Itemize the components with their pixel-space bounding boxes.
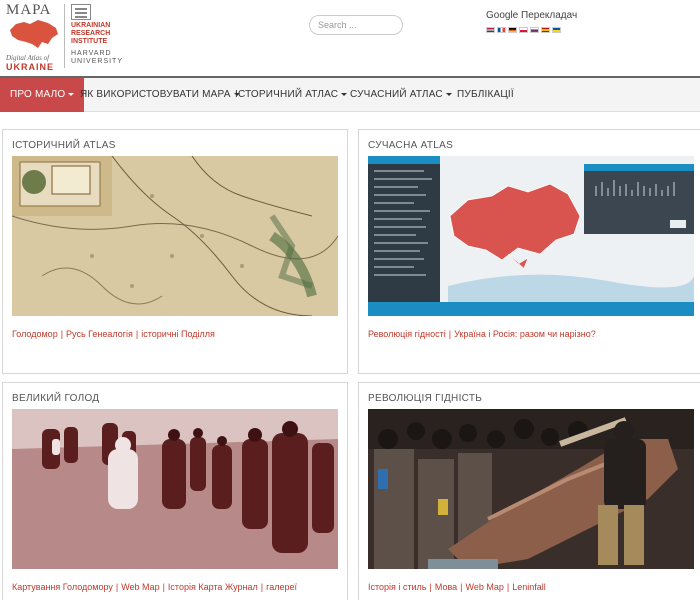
institute-name: UKRAINIAN RESEARCH INSTITUTE <box>71 22 111 45</box>
card-link[interactable]: Web Map <box>465 582 503 592</box>
revolution-photo[interactable] <box>368 409 694 569</box>
main-nav: ПРО МАЛО ЯК ВИКОРИСТОВУВАТИ МАРА ІСТОРИЧНИ… <box>0 76 700 112</box>
nav-item-3[interactable]: СУЧАСНИЙ АТЛАС <box>340 78 462 112</box>
card-link[interactable]: Голодомор <box>12 329 58 339</box>
link-separator: | <box>460 582 463 592</box>
institute-icon <box>71 4 91 20</box>
google-translate: Google Перекладач <box>486 10 586 33</box>
nav-item-2[interactable]: ІСТОРИЧНИЙ АТЛАС <box>225 78 357 112</box>
card-modern-atlas: СУЧАСНА ATLAS Революція гідності | Украї… <box>358 129 700 374</box>
card-title: ВЕЛИКИЙ ГОЛОД <box>12 393 100 404</box>
link-separator: | <box>115 582 119 592</box>
logo-subtitle: Digital Atlas of <box>6 54 50 62</box>
card-title: ІСТОРИЧНИЙ ATLAS <box>12 140 116 151</box>
translate-title: Google Перекладач <box>486 10 578 21</box>
link-separator: | <box>60 329 64 339</box>
flag-de-icon[interactable] <box>508 27 517 33</box>
link-separator: | <box>162 582 165 592</box>
nav-item-label: ЯК ВИКОРИСТОВУВАТИ МАРА <box>80 89 231 100</box>
link-separator: | <box>135 329 139 339</box>
nav-item-label: СУЧАСНИЙ АТЛАС <box>350 89 443 100</box>
flag-es-icon[interactable] <box>541 27 550 33</box>
card-title: СУЧАСНА ATLAS <box>368 140 454 151</box>
card-links: Революція гідності | Україна і Росія: разо… <box>368 329 596 339</box>
nav-item-label: ПУБЛІКАЦІЇ <box>457 89 514 100</box>
card-link[interactable]: історичні Поділля <box>141 329 215 339</box>
card-link[interactable]: Web Map <box>121 582 159 592</box>
link-separator: | <box>448 329 452 339</box>
link-separator: | <box>260 582 264 592</box>
flag-ru-icon[interactable] <box>530 27 539 33</box>
link-separator: | <box>506 582 510 592</box>
card-link[interactable]: Історія Карта Журнал <box>168 582 258 592</box>
flag-ua-icon[interactable] <box>552 27 561 33</box>
link-separator: | <box>429 582 432 592</box>
logo-ukraine: UKRAINE <box>6 62 55 72</box>
card-great-famine: ВЕЛИКИЙ ГОЛОД Картування Голодомору|We <box>2 382 348 600</box>
card-link[interactable]: Русь Генеалогія <box>66 329 133 339</box>
flag-us-icon[interactable] <box>486 27 495 33</box>
card-revolution-dignity: РЕВОЛЮЦІЯ ГІДНІСТЬ Історія і стиль | Мов… <box>358 382 700 600</box>
logo-mapa-text: МАРА <box>6 2 52 18</box>
logo-divider <box>64 4 65 68</box>
site-header: МАРА Digital Atlas of UKRAINE UKRAINIAN … <box>0 0 700 76</box>
search-input[interactable] <box>309 15 403 35</box>
historical-map-image[interactable] <box>12 156 338 316</box>
language-flags <box>486 27 586 33</box>
harvard-name: HARVARD UNIVERSITY <box>71 50 124 65</box>
famine-photo[interactable] <box>12 409 338 569</box>
flag-fr-icon[interactable] <box>497 27 506 33</box>
card-link[interactable]: Революція гідності <box>368 329 446 339</box>
card-links: Історія і стиль | Мова | Web Map | Leninfall <box>368 582 546 592</box>
card-historical-atlas: ІСТОРИЧНИЙ ATLAS Голодомор | Русь Генеалог… <box>2 129 348 374</box>
card-links: Голодомор | Русь Генеалогія | історичні Поді… <box>12 329 215 339</box>
card-title: РЕВОЛЮЦІЯ ГІДНІСТЬ <box>368 393 483 404</box>
modern-map-image[interactable] <box>368 156 694 316</box>
nav-item-4[interactable]: ПУБЛІКАЦІЇ <box>447 78 524 112</box>
mapa-logo[interactable]: МАРА Digital Atlas of UKRAINE UKRAINIAN … <box>4 2 122 72</box>
card-link[interactable]: Мова <box>435 582 457 592</box>
nav-item-label: ІСТОРИЧНИЙ АТЛАС <box>235 89 339 100</box>
card-links: Картування Голодомору | Web Map | Історія Ка… <box>12 582 297 592</box>
flag-pl-icon[interactable] <box>519 27 528 33</box>
card-link[interactable]: Leninfall <box>512 582 546 592</box>
card-link[interactable]: Історія і стиль <box>368 582 427 592</box>
nav-item-label: ПРО МАЛО <box>10 89 66 100</box>
card-link[interactable]: Картування Голодомору <box>12 582 113 592</box>
ukraine-map-icon <box>10 20 58 48</box>
card-link[interactable]: Україна і Росія: разом чи нарізно? <box>454 329 596 339</box>
card-link[interactable]: галереї <box>266 582 297 592</box>
nav-item-1[interactable]: ЯК ВИКОРИСТОВУВАТИ МАРА <box>70 78 250 112</box>
